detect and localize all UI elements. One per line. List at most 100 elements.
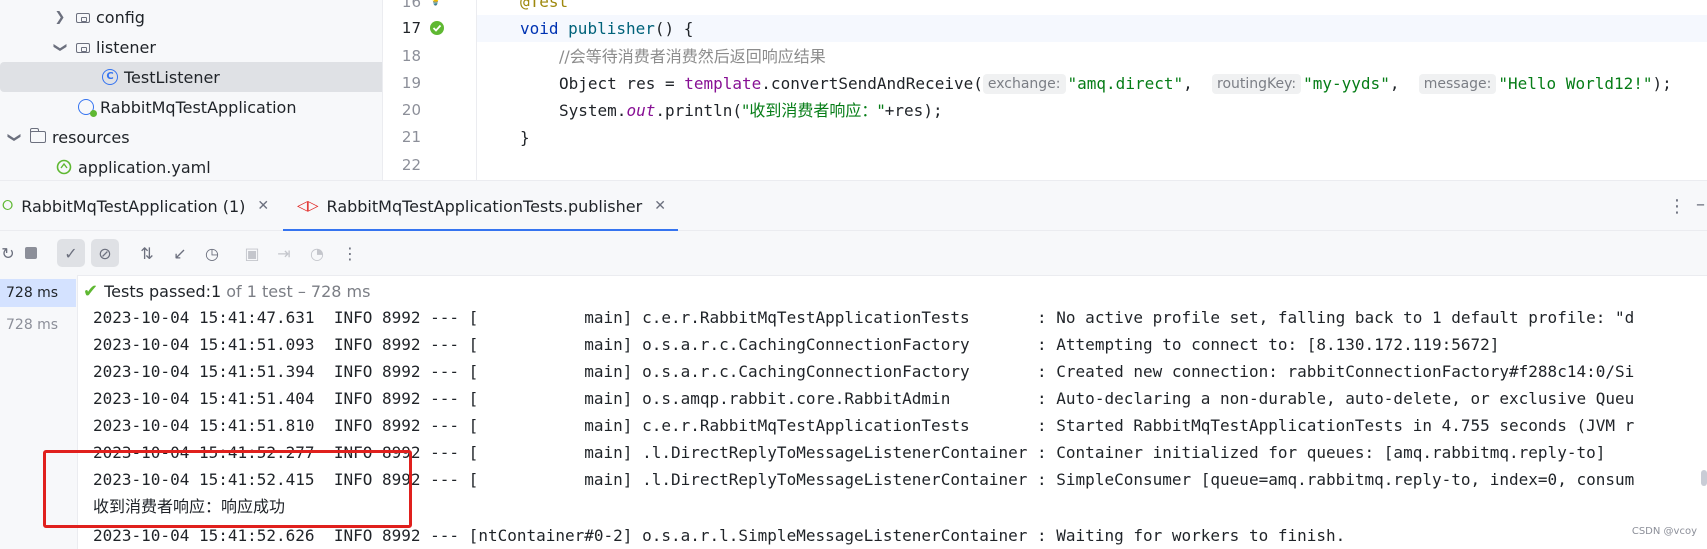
test-duration[interactable]: 728 ms <box>0 279 76 307</box>
tree-item-listener[interactable]: ❯ listener <box>0 32 382 62</box>
console-line: 2023-10-04 15:41:51.394 INFO 8992 --- [ … <box>93 362 1635 381</box>
code-text: ); <box>1652 74 1672 93</box>
line-number: 22 <box>401 156 421 174</box>
line-number: 16 <box>401 0 421 11</box>
yaml-file-icon <box>56 159 72 175</box>
more-icon[interactable]: ⋮ <box>336 239 364 267</box>
screenshot-icon[interactable]: ▣ <box>238 239 266 267</box>
project-tree: ❯ config ❯ listener C TestListener Rabbi… <box>0 0 383 180</box>
code-text: () { <box>654 19 694 38</box>
line-number: 21 <box>401 128 421 146</box>
show-ignored-icon[interactable]: ⊘ <box>91 239 119 267</box>
annotation-text: @Test <box>520 0 569 11</box>
spring-boot-class-icon <box>78 99 97 117</box>
tree-item-label: application.yaml <box>78 157 211 177</box>
tree-item-config[interactable]: ❯ config <box>0 2 382 32</box>
code-text: Object res = <box>559 74 685 93</box>
string-literal: "my-yyds" <box>1303 74 1390 93</box>
passed-count: 1 <box>211 282 222 301</box>
parameter-hint: message: <box>1418 74 1497 94</box>
resources-folder-icon <box>30 128 46 143</box>
folder-icon <box>76 43 90 53</box>
code-line-19: Object res = template.convertSendAndRece… <box>559 70 1707 97</box>
spring-run-icon: ⭘ <box>2 198 14 214</box>
stop-icon[interactable] <box>17 239 45 267</box>
code-editor[interactable]: 16 17 18 19 20 21 22 💡 @Test void publis… <box>383 0 1707 180</box>
console-line: 2023-10-04 15:41:47.631 INFO 8992 --- [ … <box>93 309 1635 327</box>
options-menu-icon[interactable]: ⋮ <box>1668 196 1686 217</box>
tab-label: RabbitMqTestApplicationTests.publisher <box>326 196 643 216</box>
status-prefix: Tests passed: <box>104 282 212 301</box>
chevron-down-icon[interactable]: ❯ <box>7 129 22 145</box>
static-field: out <box>626 101 656 120</box>
show-passed-icon[interactable]: ✓ <box>57 239 85 267</box>
tree-item-rabbitmqtestapplication[interactable]: RabbitMqTestApplication <box>0 92 382 122</box>
code-text: .convertSendAndReceive( <box>761 74 983 93</box>
class-icon: C <box>102 69 118 85</box>
tree-item-label: config <box>96 7 145 27</box>
tab-publisher-tests[interactable]: ◁▷ RabbitMqTestApplicationTests.publishe… <box>283 181 678 232</box>
code-line-21: } <box>520 124 1707 151</box>
code-line-16: @Test <box>520 0 1707 15</box>
sort-icon[interactable]: ⇅ <box>133 239 161 267</box>
code-text: System. <box>559 101 627 120</box>
line-number: 19 <box>401 74 421 92</box>
chevron-right-icon[interactable]: ❯ <box>52 10 68 25</box>
code-text: +res); <box>884 101 943 120</box>
import-icon[interactable]: ⇥ <box>270 239 298 267</box>
tab-rabbitmq-test-application[interactable]: ⭘ RabbitMqTestApplication (1) ✕ <box>2 181 269 231</box>
tab-label: RabbitMqTestApplication (1) <box>21 196 246 216</box>
tree-item-label: RabbitMqTestApplication <box>100 97 297 117</box>
editor-gutter: 16 17 18 19 20 21 22 💡 <box>383 0 477 180</box>
watermark: CSDN @vcoy <box>1631 526 1697 537</box>
run-toolbar: ↻ ✓ ⊘ ⇅ ↙ ◷ ▣ ⇥ ◔ ⋮ <box>0 231 1707 275</box>
string-literal: "amq.direct" <box>1067 74 1184 93</box>
chevron-down-icon[interactable]: ❯ <box>53 39 68 55</box>
line-number: 18 <box>401 47 421 65</box>
annotation-highlight-box <box>43 450 412 528</box>
parameter-hint: routingKey: <box>1212 74 1302 94</box>
code-line-20: System.out.println("收到消费者响应："+res); <box>559 97 1707 124</box>
tree-item-testlistener[interactable]: C TestListener <box>0 62 382 92</box>
code-line-18: //会等待消费者消费然后返回响应结果 <box>559 43 1707 70</box>
scrollbar-thumb[interactable] <box>1701 470 1707 486</box>
line-number: 17 <box>401 19 421 37</box>
tree-item-label: TestListener <box>124 67 220 87</box>
history-icon[interactable]: ◷ <box>198 239 226 267</box>
test-status: ✔ Tests passed: 1 of 1 test – 728 ms <box>83 281 370 302</box>
test-run-icon: ◁▷ <box>297 198 319 214</box>
close-icon[interactable]: ✕ <box>654 198 666 214</box>
string-literal: "收到消费者响应：" <box>742 101 885 120</box>
code-text: , <box>1389 74 1410 93</box>
coverage-icon[interactable]: ◔ <box>303 239 331 267</box>
method-name: publisher <box>568 19 655 38</box>
string-literal: "Hello World12!" <box>1498 74 1653 93</box>
tree-item-application-yaml[interactable]: application.yaml <box>0 152 382 180</box>
close-icon[interactable]: ✕ <box>257 198 269 214</box>
console-line: 2023-10-04 15:41:51.093 INFO 8992 --- [ … <box>93 335 1500 354</box>
code-text: , <box>1183 74 1203 93</box>
collapse-icon[interactable]: ↙ <box>166 239 194 267</box>
console-line: 2023-10-04 15:41:51.810 INFO 8992 --- [ … <box>93 416 1635 435</box>
parameter-hint: exchange: <box>982 74 1066 94</box>
folder-icon <box>76 13 90 23</box>
run-tabs-bar: ⭘ RabbitMqTestApplication (1) ✕ ◁▷ Rabbi… <box>0 180 1707 232</box>
status-detail: of 1 test – 728 ms <box>226 282 371 301</box>
line-number: 20 <box>401 101 421 119</box>
run-test-icon[interactable] <box>429 20 445 40</box>
comment-text: //会等待消费者消费然后返回响应结果 <box>559 47 826 66</box>
minimize-icon[interactable]: – <box>1696 194 1705 215</box>
keyword: void <box>520 19 559 38</box>
tree-item-label: resources <box>52 127 130 147</box>
code-line-17: void publisher() { <box>520 15 693 42</box>
tree-item-label: listener <box>96 37 156 57</box>
code-text: .println( <box>655 101 743 120</box>
console-line: 2023-10-04 15:41:51.404 INFO 8992 --- [ … <box>93 389 1635 408</box>
bulb-icon[interactable]: 💡 <box>428 0 443 6</box>
test-duration[interactable]: 728 ms <box>0 311 76 339</box>
check-icon: ✔ <box>83 281 99 302</box>
field-name: template <box>684 74 762 93</box>
code-text: } <box>520 128 530 147</box>
top-area: ❯ config ❯ listener C TestListener Rabbi… <box>0 0 1707 180</box>
tree-item-resources[interactable]: ❯ resources <box>0 122 372 152</box>
